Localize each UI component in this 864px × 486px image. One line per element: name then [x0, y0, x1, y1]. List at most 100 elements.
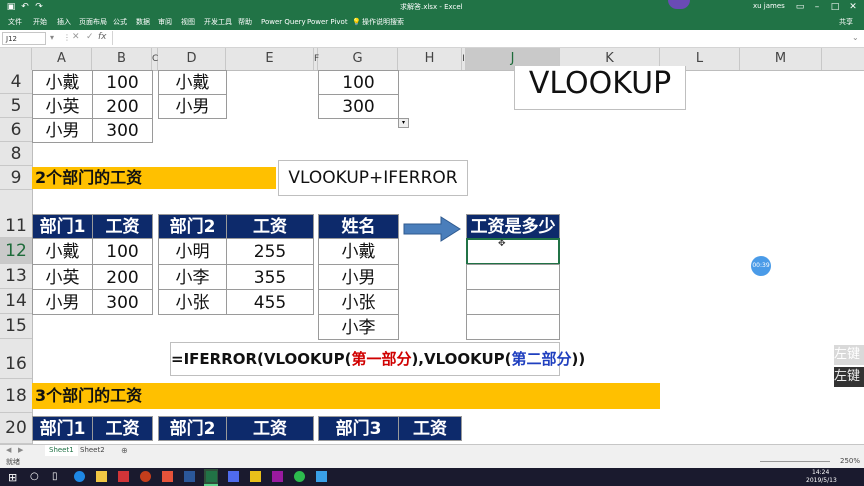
zoom-level[interactable]: 250%	[840, 457, 860, 465]
table-header[interactable]: 部门3	[318, 416, 399, 441]
table-header[interactable]: 工资	[92, 416, 153, 441]
minimize-icon[interactable]: –	[812, 2, 822, 12]
col-header-d[interactable]: D	[158, 48, 226, 70]
table-cell[interactable]: 455	[226, 289, 314, 315]
table-header[interactable]: 部门2	[158, 416, 227, 441]
table-cell[interactable]: 200	[92, 94, 153, 119]
table-cell[interactable]: 100	[92, 70, 153, 95]
row-header-8[interactable]: 8	[0, 142, 32, 166]
prev-sheet-icon[interactable]: ◀	[6, 446, 11, 454]
table-cell[interactable]: 小英	[32, 94, 93, 119]
table-cell[interactable]: 小戴	[32, 238, 93, 265]
table-header[interactable]: 工资	[398, 416, 462, 441]
table-cell[interactable]: 300	[92, 118, 153, 143]
col-header-e[interactable]: E	[226, 48, 314, 70]
task-view-icon[interactable]: ▯	[52, 471, 58, 482]
app-icon[interactable]	[316, 471, 327, 482]
office-icon[interactable]	[162, 471, 173, 482]
table-cell[interactable]: 355	[226, 264, 314, 290]
table-header[interactable]: 工资	[226, 416, 314, 441]
search-icon[interactable]: ○	[30, 471, 39, 482]
zoom-slider[interactable]	[760, 461, 830, 462]
windows-start-icon[interactable]: ⊞	[8, 471, 17, 484]
row-header-13[interactable]: 13	[0, 264, 32, 289]
row-header-16[interactable]: 16	[0, 339, 32, 379]
save-icon[interactable]: ▣	[6, 2, 16, 12]
section-title-3-departments[interactable]: 3个部门的工资	[32, 383, 660, 409]
table-cell[interactable]: 小男	[32, 118, 93, 143]
table-cell[interactable]: 小男	[158, 94, 227, 119]
table-cell[interactable]: 小张	[158, 289, 227, 315]
formula-input[interactable]	[112, 31, 853, 45]
table-cell[interactable]: 300	[318, 94, 399, 119]
undo-icon[interactable]: ↶	[20, 2, 30, 12]
table-cell[interactable]	[466, 264, 560, 290]
name-box-dropdown-icon[interactable]: ▾	[50, 33, 54, 42]
paste-options-icon[interactable]: ▾	[398, 118, 409, 128]
sheet-tab-sheet2[interactable]: Sheet2	[80, 445, 105, 456]
row-header-4[interactable]: 4	[0, 70, 32, 94]
table-cell[interactable]: 小李	[318, 314, 399, 340]
cancel-icon[interactable]: ✕	[72, 32, 80, 42]
explorer-icon[interactable]	[96, 471, 107, 482]
tab-help[interactable]: 帮助	[238, 16, 252, 28]
table-cell[interactable]: 100	[318, 70, 399, 95]
formula-textbox[interactable]: =IFERROR(VLOOKUP(第一部分),VLOOKUP(第二部分))	[170, 342, 585, 376]
table-header[interactable]: 工资	[92, 214, 153, 239]
table-cell[interactable]: 小张	[318, 289, 399, 315]
edge-icon[interactable]	[74, 471, 85, 482]
tab-developer[interactable]: 开发工具	[204, 16, 232, 28]
row-header-14[interactable]: 14	[0, 289, 32, 314]
table-header[interactable]: 部门2	[158, 214, 227, 239]
table-cell[interactable]: 小英	[32, 264, 93, 290]
row-header-9[interactable]: 9	[0, 166, 32, 190]
table-cell[interactable]: 300	[92, 289, 153, 315]
name-box[interactable]: J12	[2, 32, 46, 45]
tell-me-search[interactable]: 操作说明搜索	[362, 16, 404, 28]
table-cell[interactable]: 小戴	[32, 70, 93, 95]
col-header-h[interactable]: H	[398, 48, 462, 70]
table-header[interactable]: 工资是多少	[466, 214, 560, 239]
ribbon-display-icon[interactable]: ▭	[795, 2, 805, 12]
table-cell[interactable]: 小戴	[158, 70, 227, 95]
tab-data[interactable]: 数据	[136, 16, 150, 28]
row-header-15[interactable]: 15	[0, 314, 32, 339]
col-header-g[interactable]: G	[318, 48, 398, 70]
powerpoint-icon[interactable]	[140, 471, 151, 482]
table-cell[interactable]	[466, 314, 560, 340]
table-cell[interactable]: 小男	[318, 264, 399, 290]
wechat-icon[interactable]	[294, 471, 305, 482]
row-header-12[interactable]: 12	[0, 238, 32, 264]
recording-timer[interactable]: 00:39	[751, 256, 771, 276]
tab-insert[interactable]: 插入	[57, 16, 71, 28]
col-header-m[interactable]: M	[740, 48, 822, 70]
table-cell[interactable]: 小李	[158, 264, 227, 290]
tab-view[interactable]: 视图	[181, 16, 195, 28]
share-button[interactable]: 共享	[839, 16, 853, 28]
table-cell[interactable]: 255	[226, 238, 314, 265]
tab-file[interactable]: 文件	[8, 16, 22, 28]
row-header-5[interactable]: 5	[0, 94, 32, 118]
add-sheet-icon[interactable]: ⊕	[121, 445, 128, 456]
table-header[interactable]: 工资	[226, 214, 314, 239]
tab-review[interactable]: 审阅	[158, 16, 172, 28]
table-cell[interactable]	[466, 289, 560, 315]
section-title-2-departments[interactable]: 2个部门的工资	[32, 167, 276, 189]
row-header-20[interactable]: 20	[0, 413, 32, 444]
premiere-icon[interactable]	[272, 471, 283, 482]
tab-power-query[interactable]: Power Query	[261, 16, 306, 28]
table-cell[interactable]: 100	[92, 238, 153, 265]
expand-formula-icon[interactable]: ⌄	[852, 33, 859, 42]
tab-power-pivot[interactable]: Power Pivot	[307, 16, 348, 28]
enter-icon[interactable]: ✓	[86, 32, 94, 42]
table-cell[interactable]: 小戴	[318, 238, 399, 265]
table-header[interactable]: 部门1	[32, 416, 93, 441]
tab-formulas[interactable]: 公式	[113, 16, 127, 28]
row-header-6[interactable]: 6	[0, 118, 32, 142]
table-header[interactable]: 部门1	[32, 214, 93, 239]
redo-icon[interactable]: ↷	[34, 2, 44, 12]
row-header-18[interactable]: 18	[0, 379, 32, 413]
vlookup-iferror-textbox[interactable]: VLOOKUP+IFERROR	[278, 160, 468, 196]
table-cell[interactable]: 小男	[32, 289, 93, 315]
table-cell[interactable]: 小明	[158, 238, 227, 265]
